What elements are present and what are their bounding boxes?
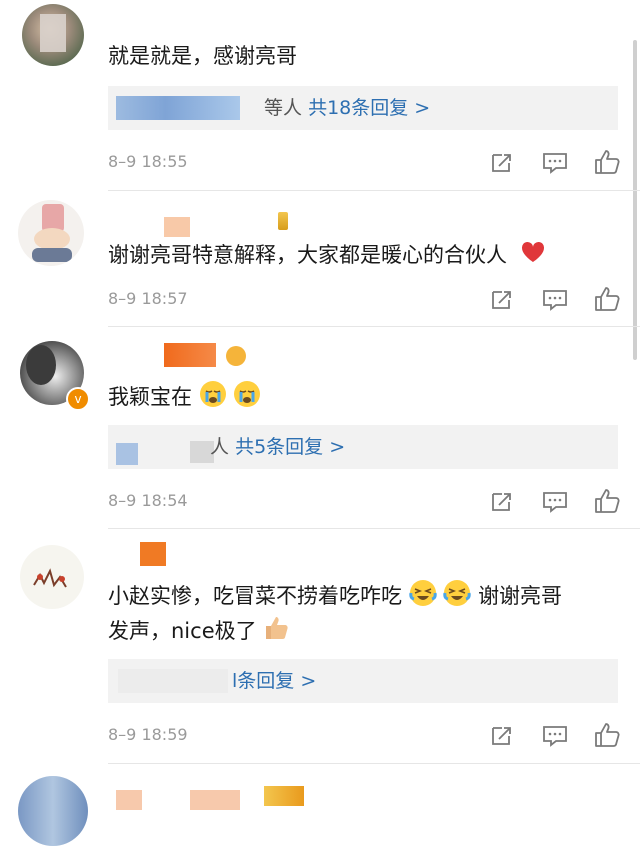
- reply-prefix: 人: [210, 436, 230, 458]
- verified-badge-icon: v: [66, 387, 90, 411]
- scrollbar[interactable]: [633, 40, 637, 360]
- timestamp: 8–9 18:59: [108, 725, 188, 744]
- blurred-username: [164, 343, 216, 367]
- user-badge-icon: [264, 786, 304, 806]
- crying-face-icon: [233, 380, 261, 416]
- reply-prefix: 等人: [264, 97, 303, 119]
- heart-icon: [520, 240, 546, 272]
- like-icon[interactable]: [594, 488, 620, 513]
- comment-icon[interactable]: [542, 490, 568, 514]
- laughing-crying-icon: [443, 579, 472, 615]
- reply-summary[interactable]: l条回复 >: [108, 659, 618, 703]
- like-icon[interactable]: [594, 722, 620, 747]
- share-icon[interactable]: [489, 151, 515, 175]
- reply-summary[interactable]: 人 共5条回复 >: [108, 425, 618, 469]
- user-badge-icon: [226, 346, 246, 366]
- comment-icon[interactable]: [542, 288, 568, 312]
- blurred-username: [164, 217, 190, 237]
- laughing-crying-icon: [409, 579, 437, 615]
- share-icon[interactable]: [489, 724, 515, 748]
- divider: [108, 190, 640, 191]
- like-icon[interactable]: [594, 286, 620, 311]
- timestamp: 8–9 18:55: [108, 152, 188, 171]
- user-badge-icon: [278, 212, 288, 230]
- avatar[interactable]: [22, 4, 84, 66]
- divider: [108, 528, 640, 529]
- reply-count-link[interactable]: 共5条回复 >: [235, 436, 345, 458]
- comment-icon[interactable]: [542, 724, 568, 748]
- crying-face-icon: [199, 380, 227, 416]
- timestamp: 8–9 18:57: [108, 289, 188, 308]
- blurred-username: [140, 542, 166, 566]
- comment-icon[interactable]: [542, 151, 568, 175]
- comment-text: 谢谢亮哥特意解释，大家都是暖心的合伙人: [108, 243, 507, 267]
- comment-text-line1: 小赵实惨，吃冒菜不捞着吃咋吃: [108, 584, 402, 608]
- share-icon[interactable]: [489, 490, 515, 514]
- comment-text-line1-tail: 谢谢亮哥: [478, 584, 563, 608]
- blurred-usernames: [116, 96, 240, 120]
- avatar[interactable]: [18, 776, 88, 846]
- blurred-usernames: [118, 669, 228, 693]
- comment-text: 我颖宝在: [108, 385, 192, 409]
- avatar[interactable]: [20, 545, 84, 609]
- like-icon[interactable]: [594, 149, 620, 174]
- divider: [108, 326, 640, 327]
- reply-count-link[interactable]: 共18条回复 >: [308, 97, 430, 119]
- comment-text: 就是就是，感谢亮哥: [108, 44, 297, 68]
- divider: [108, 763, 640, 764]
- blurred-username: [116, 790, 142, 810]
- timestamp: 8–9 18:54: [108, 491, 188, 510]
- blurred-usernames: [116, 443, 138, 465]
- avatar[interactable]: [18, 200, 84, 266]
- share-icon[interactable]: [489, 288, 515, 312]
- reply-count-link[interactable]: l条回复 >: [232, 670, 316, 692]
- comment-text-line2: 发声，nice极了: [108, 619, 257, 643]
- thumbs-up-icon: [263, 615, 289, 649]
- reply-summary[interactable]: 等人 共18条回复 >: [108, 86, 618, 130]
